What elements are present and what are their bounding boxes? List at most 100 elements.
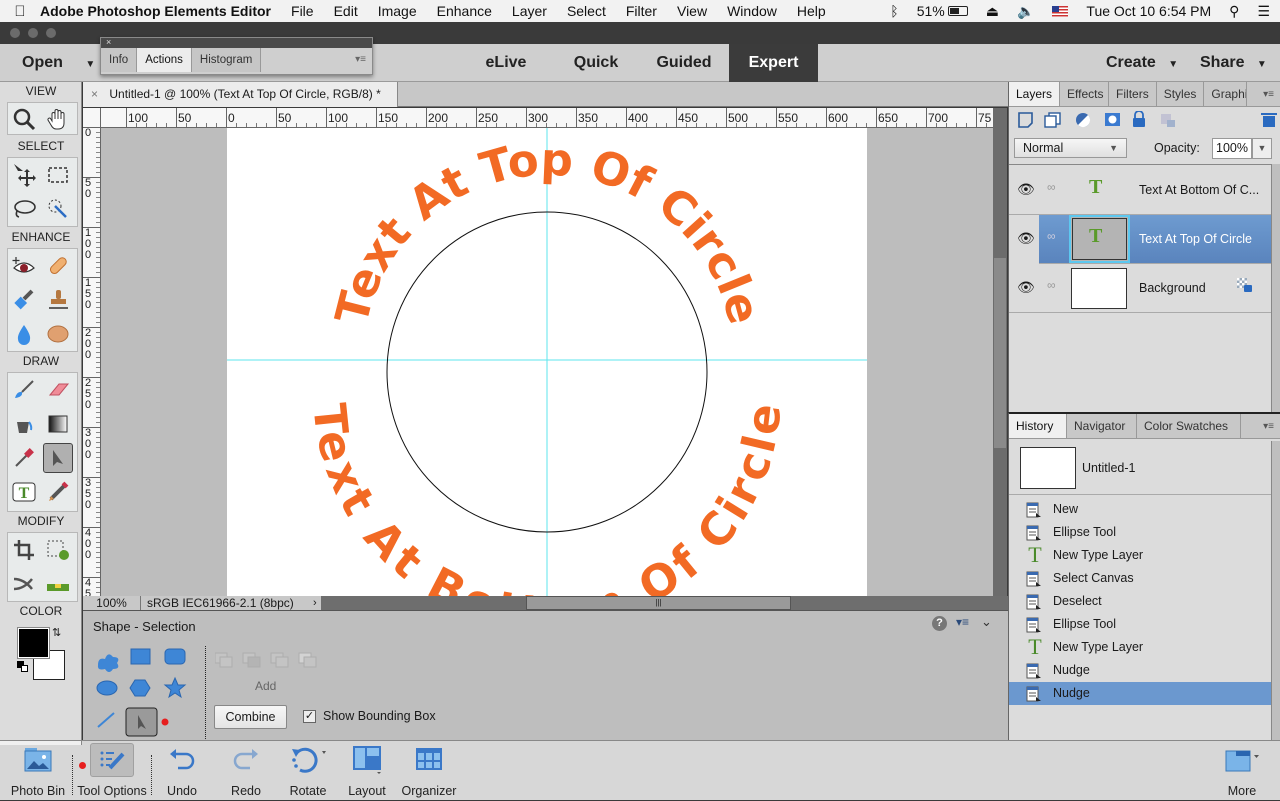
ruler-origin[interactable] [83,108,101,128]
panel-options-menu-icon[interactable]: ▾≡ [956,615,969,629]
line-shape-option[interactable] [97,712,115,728]
opacity-input[interactable]: 100% [1212,138,1252,159]
more-button[interactable]: More [1220,741,1264,801]
lasso-tool[interactable] [9,194,39,224]
create-button[interactable]: Create ▼ [1106,44,1178,82]
mode-tab-elive[interactable]: eLive [470,44,542,82]
hand-tool[interactable] [43,104,73,134]
visibility-eye-icon[interactable]: 👁 [1017,279,1035,296]
layers-scrollbar[interactable] [1271,164,1280,412]
menu-filter[interactable]: Filter [626,3,657,19]
share-button[interactable]: Share ▼ [1200,44,1267,82]
minimize-window-button[interactable] [28,28,38,38]
tab-info[interactable]: Info [101,48,138,72]
document-canvas[interactable]: Text At Top Of Circle Text At Bottom Of … [101,128,993,596]
foreground-color-swatch[interactable] [17,627,50,659]
move-tool[interactable] [9,160,39,190]
opacity-slider-toggle[interactable]: ▼ [1252,138,1272,159]
notification-center-icon[interactable]: ☰ [1257,3,1270,20]
help-icon[interactable]: ? [932,616,947,631]
zoom-tool[interactable] [9,104,39,134]
blend-mode-select[interactable]: Normal ▼ [1014,138,1127,158]
straighten-tool[interactable] [43,569,73,599]
status-menu-arrow-icon[interactable]: › [313,596,323,610]
volume-icon[interactable]: 🔈 [1017,3,1034,20]
tab-layers[interactable]: Layers [1009,82,1061,106]
pencil-tool[interactable] [43,477,73,507]
close-icon[interactable]: × [106,37,111,47]
close-tab-icon[interactable]: × [91,87,98,101]
content-aware-move-tool[interactable] [9,569,39,599]
quick-selection-tool[interactable] [43,194,73,224]
vertical-scrollbar[interactable] [993,108,1007,596]
rounded-rectangle-shape-option[interactable] [164,648,186,665]
zoom-level[interactable]: 100% [83,596,141,610]
tab-filters[interactable]: Filters [1109,82,1157,106]
clone-stamp-tool[interactable] [43,285,73,315]
star-shape-option[interactable] [163,676,187,699]
history-item[interactable]: T New Type Layer [1009,634,1271,659]
paint-bucket-tool[interactable] [9,409,39,439]
color-profile[interactable]: sRGB IEC61966-2.1 (8bpc) [141,596,321,610]
history-item[interactable]: Nudge [1009,682,1271,705]
history-item[interactable]: T New Type Layer [1009,542,1271,567]
app-name-menu[interactable]: Adobe Photoshop Elements Editor [40,3,271,19]
panel-menu-icon[interactable]: ▾≡ [1247,82,1280,106]
tool-options-button[interactable]: Tool Options [74,741,150,801]
rectangular-marquee-tool[interactable] [43,160,73,190]
tab-color-swatches[interactable]: Color Swatches [1137,414,1241,438]
tab-history[interactable]: History [1009,414,1067,438]
layer-row[interactable]: 👁 ∞ Background [1009,264,1271,313]
link-icon[interactable]: ∞ [1047,180,1056,194]
type-tool[interactable]: T [9,477,39,507]
history-item[interactable]: Ellipse Tool [1009,613,1271,636]
open-button[interactable]: Open ▼ [22,44,95,82]
menu-help[interactable]: Help [797,3,826,19]
tab-styles[interactable]: Styles [1157,82,1205,106]
clock[interactable]: Tue Oct 10 6:54 PM [1086,3,1211,19]
redo-button[interactable]: Redo [224,741,268,801]
history-item[interactable]: New [1009,498,1271,521]
spotlight-search-icon[interactable]: ⚲ [1229,3,1239,20]
input-source-flag-icon[interactable] [1052,5,1069,17]
shape-selection-tool[interactable] [43,443,73,473]
tab-histogram[interactable]: Histogram [191,48,262,72]
swap-colors-icon[interactable]: ⇅ [52,626,61,639]
show-bounding-box-checkbox[interactable]: ✓ [303,710,316,723]
menu-file[interactable]: File [291,3,314,19]
recompose-tool[interactable] [43,535,73,565]
eject-icon[interactable]: ⏏ [986,3,999,20]
sponge-tool[interactable] [43,319,73,349]
ellipse-shape-option[interactable] [96,680,118,696]
layer-name[interactable]: Background [1139,281,1206,295]
crop-tool[interactable] [9,535,39,565]
brush-tool[interactable] [9,375,39,405]
panel-menu-icon[interactable]: ▾≡ [261,48,372,72]
mode-tab-expert[interactable]: Expert [729,44,818,82]
custom-shape-option[interactable] [97,654,119,672]
photo-bin-button[interactable]: Photo Bin [5,741,71,801]
blur-tool[interactable] [9,319,39,349]
red-eye-removal-tool[interactable] [9,251,39,281]
panel-menu-icon[interactable]: ▾≡ [1241,414,1280,438]
close-window-button[interactable] [10,28,20,38]
organizer-button[interactable]: Organizer [399,741,459,801]
link-icon[interactable]: ∞ [1047,278,1056,292]
layer-name[interactable]: Text At Top Of Circle [1139,232,1252,246]
menu-select[interactable]: Select [567,3,606,19]
vertical-ruler[interactable]: 0 50 100 150 200 250 300 350 400 45 [83,128,101,596]
layer-row-selected[interactable]: 👁 ∞ T Text At Top Of Circle [1009,215,1271,264]
layout-button[interactable]: Layout [345,741,389,801]
menu-view[interactable]: View [677,3,707,19]
horizontal-scroll-thumb[interactable]: ||| [526,596,791,610]
combine-button[interactable]: Combine [214,705,287,729]
menu-edit[interactable]: Edit [334,3,358,19]
zoom-window-button[interactable] [46,28,56,38]
text-at-top-of-circle[interactable]: Text At Top Of Circle [325,133,771,330]
history-item[interactable]: Deselect [1009,590,1271,613]
floating-panel-header[interactable]: × [101,38,372,48]
history-item[interactable]: Nudge [1009,659,1271,682]
horizontal-ruler[interactable]: 100 50 0 50 100 150 200 250 300 350 400 450 500 550 60… [101,108,993,128]
menu-layer[interactable]: Layer [512,3,547,19]
adjustment-layer-icon[interactable] [1076,113,1091,128]
